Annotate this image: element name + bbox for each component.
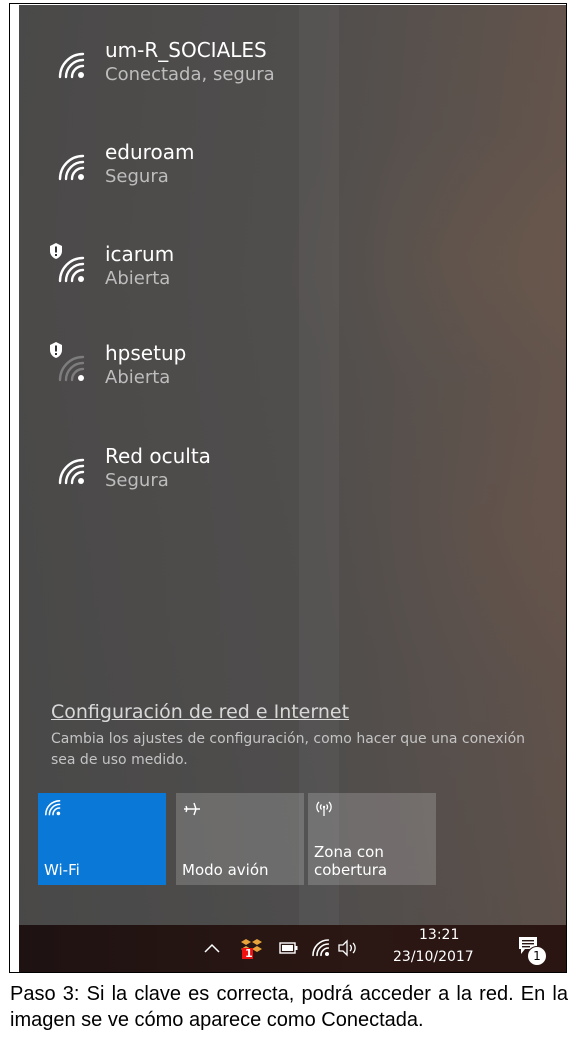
network-item-eduroam[interactable]: eduroam Segura [19, 137, 566, 215]
wifi-toggle-tile[interactable]: Wi-Fi [38, 793, 166, 885]
clock-time[interactable]: 13:21 [419, 927, 459, 943]
network-name: icarum [105, 242, 175, 266]
action-center-button[interactable]: 1 [517, 935, 547, 966]
network-item-hpsetup[interactable]: hpsetup Abierta [19, 338, 566, 416]
chevron-up-icon[interactable] [204, 943, 220, 953]
tile-label: Zona con cobertura [314, 843, 388, 879]
wifi-icon [45, 800, 61, 816]
network-settings-description: Cambia los ajustes de configuración, com… [51, 731, 526, 768]
hotspot-icon [316, 801, 332, 816]
network-item-icarum[interactable]: icarum Abierta [19, 239, 566, 317]
network-status: Segura [105, 470, 169, 491]
network-status: Abierta [105, 268, 171, 289]
network-item-um-r-sociales[interactable]: um-R_SOCIALES Conectada, segura [19, 35, 566, 113]
wifi-weak-icon [58, 355, 85, 382]
notification-count: 1 [533, 949, 541, 963]
caption: Paso 3: Si la clave es correcta, podrá a… [10, 983, 568, 1031]
network-name: hpsetup [105, 341, 187, 365]
tile-label: Wi-Fi [44, 861, 80, 879]
clock-date[interactable]: 23/10/2017 [393, 949, 474, 965]
network-name: um-R_SOCIALES [105, 38, 267, 62]
network-status: Segura [105, 166, 169, 187]
wifi-icon [58, 458, 85, 485]
wifi-icon [58, 52, 85, 79]
notification-count-badge: 1 [527, 946, 547, 966]
battery-icon[interactable] [279, 942, 299, 954]
screenshot-frame: um-R_SOCIALES Conectada, segura eduroam … [9, 3, 567, 973]
taskbar: 1 13:21 23/10/2017 1 [19, 925, 566, 972]
network-status: Conectada, segura [105, 64, 275, 85]
network-status: Abierta [105, 367, 171, 388]
network-name: Red oculta [105, 444, 211, 468]
wifi-icon [58, 154, 85, 181]
tile-label: Modo avión [182, 861, 269, 879]
airplane-icon [184, 802, 200, 816]
screenshot: um-R_SOCIALES Conectada, segura eduroam … [19, 5, 566, 972]
network-item-red-oculta[interactable]: Red oculta Segura [19, 441, 566, 519]
dropbox-icon[interactable]: 1 [241, 937, 263, 960]
wifi-icon [58, 256, 85, 283]
network-name: eduroam [105, 140, 195, 164]
airplane-mode-tile[interactable]: Modo avión [176, 793, 304, 885]
mobile-hotspot-tile[interactable]: Zona con cobertura [308, 793, 436, 885]
dropbox-badge: 1 [245, 947, 253, 960]
volume-icon[interactable] [337, 939, 359, 957]
wifi-icon[interactable] [311, 938, 331, 958]
network-settings-link[interactable]: Configuración de red e Internet [51, 701, 349, 723]
